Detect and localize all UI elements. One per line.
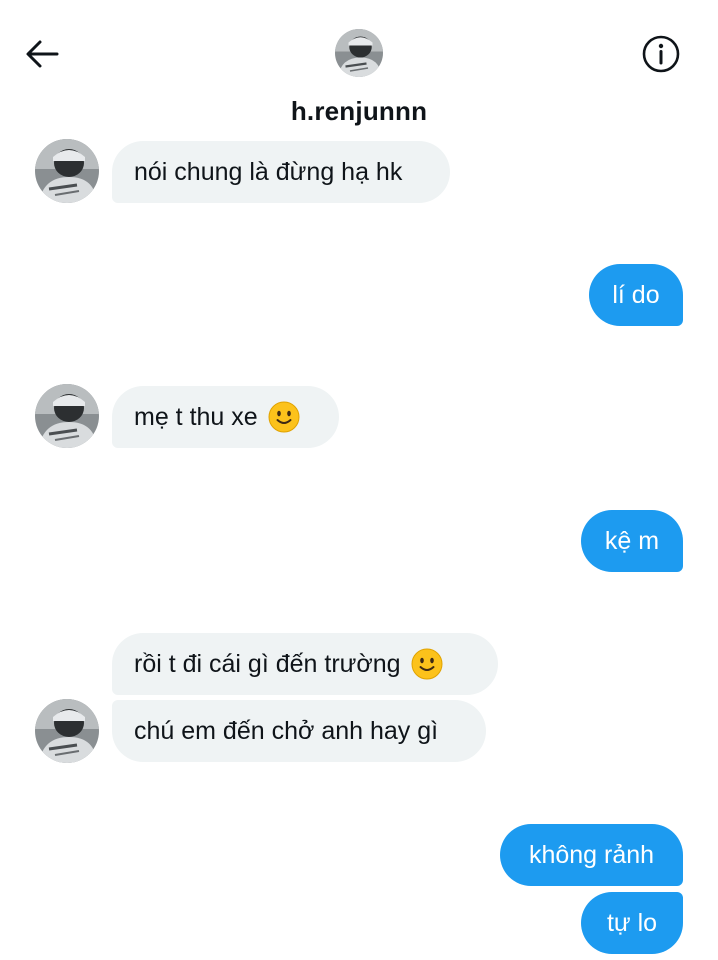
header-avatar[interactable] — [335, 29, 383, 77]
outgoing-message[interactable]: kệ m — [581, 510, 683, 572]
conversation-username[interactable]: h.renjunnn — [0, 96, 718, 127]
incoming-message[interactable]: chú em đến chở anh hay gì — [112, 700, 486, 762]
arrow-left-icon — [26, 40, 59, 68]
message-text: tự lo — [606, 908, 658, 937]
outgoing-message[interactable]: tự lo — [581, 892, 683, 954]
message-text: nói chung là đừng hạ hk — [134, 157, 403, 186]
sender-avatar[interactable] — [35, 384, 99, 448]
message-text: kệ m — [604, 526, 660, 555]
smiling-face-emoji-icon — [267, 401, 300, 433]
incoming-message[interactable]: rồi t đi cái gì đến trường — [112, 633, 498, 695]
message-text: không rảnh — [528, 840, 655, 869]
smiling-face-emoji-icon — [410, 648, 443, 680]
message-text: rồi t đi cái gì đến trường — [134, 649, 401, 678]
message-text: mẹ t thu xe — [134, 402, 258, 431]
incoming-message[interactable]: mẹ t thu xe — [112, 386, 339, 448]
outgoing-message[interactable]: lí do — [589, 264, 683, 326]
back-button[interactable] — [22, 34, 62, 74]
message-text: chú em đến chở anh hay gì — [134, 716, 439, 745]
incoming-message[interactable]: nói chung là đừng hạ hk — [112, 141, 450, 203]
sender-avatar[interactable] — [35, 699, 99, 763]
message-text: lí do — [612, 280, 660, 309]
sender-avatar[interactable] — [35, 139, 99, 203]
info-icon — [642, 35, 680, 73]
outgoing-message[interactable]: không rảnh — [500, 824, 683, 886]
conversation-header: h.renjunnn — [0, 0, 718, 132]
info-button[interactable] — [640, 33, 682, 75]
